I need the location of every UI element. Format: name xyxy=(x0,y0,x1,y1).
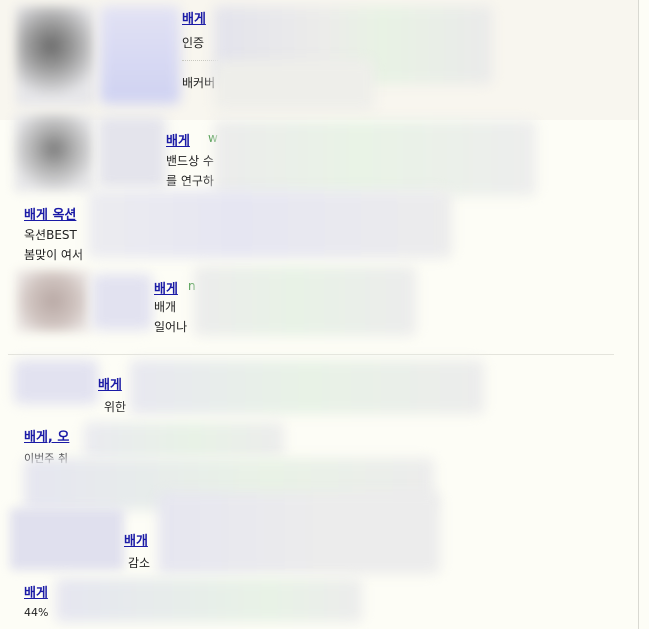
result-thumbnail[interactable] xyxy=(10,508,124,570)
result-snippet: 44% xyxy=(24,606,49,619)
result-snippet: 옥션BEST xyxy=(24,228,77,242)
result-title-link[interactable]: 배개 xyxy=(124,530,148,549)
result-title-link[interactable]: 배게 xyxy=(98,374,122,393)
result-snippet: 배커버 xyxy=(182,76,216,90)
result-title-link[interactable]: 배게, 오 xyxy=(24,426,69,445)
result-snippet: 위한 xyxy=(104,400,127,414)
result-snippet: 일어나 xyxy=(154,320,188,334)
result-title-link[interactable]: 배게 옥션 xyxy=(24,204,76,223)
result-title-link[interactable]: 배게 xyxy=(166,130,190,149)
section-divider xyxy=(8,354,614,355)
result-snippet: 봄맞이 여서 xyxy=(24,248,84,262)
result-thumbnail[interactable] xyxy=(14,114,94,192)
result-title-link[interactable]: 배게 xyxy=(24,582,48,601)
result-snippet: 를 연구하 xyxy=(166,174,214,188)
right-border xyxy=(638,0,639,629)
result-snippet: 인증 xyxy=(182,36,205,50)
result-snippet: 배개 xyxy=(154,300,177,314)
result-snippet: 감소 xyxy=(128,556,151,570)
result-snippet: 밴드상 수 xyxy=(166,154,214,168)
result-thumbnail[interactable] xyxy=(16,6,94,106)
result-title-link[interactable]: 배게 xyxy=(182,8,206,27)
result-title-link[interactable]: 배게 xyxy=(154,278,178,297)
result-thumbnail[interactable] xyxy=(16,270,90,332)
